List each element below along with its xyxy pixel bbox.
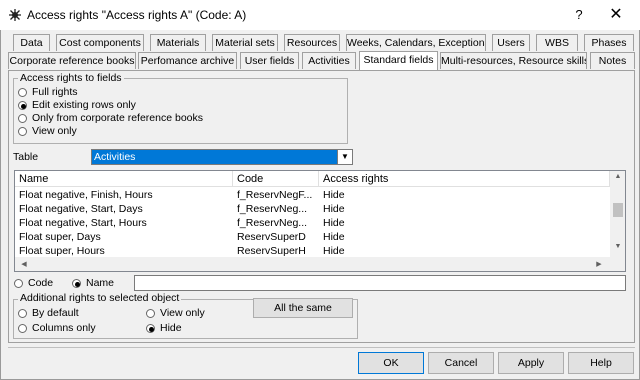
- tab-cost-components[interactable]: Cost components: [56, 34, 144, 51]
- tab-phases[interactable]: Phases: [584, 34, 634, 51]
- radio-search-code[interactable]: [14, 279, 23, 288]
- table-row-name[interactable]: Float negative, Start, Hours: [19, 216, 231, 230]
- radio-label-edit-existing-rows[interactable]: Edit existing rows only: [32, 99, 136, 111]
- scroll-left-icon[interactable]: ◀: [18, 258, 30, 271]
- radio-hide[interactable]: [146, 324, 155, 333]
- radio-search-name[interactable]: [72, 279, 81, 288]
- radio-label-additional-view-only[interactable]: View only: [160, 307, 205, 319]
- window-title: Access rights "Access rights A" (Code: A…: [27, 8, 247, 22]
- tab-activities[interactable]: Activities: [302, 52, 356, 69]
- table-row-name[interactable]: Float super, Hours: [19, 244, 231, 258]
- table-label: Table: [13, 151, 39, 163]
- scroll-down-icon[interactable]: ▼: [610, 243, 625, 255]
- table-row-code[interactable]: f_ReservNeg...: [237, 202, 319, 216]
- col-header-code[interactable]: Code: [233, 171, 319, 187]
- radio-view-only[interactable]: [18, 127, 27, 136]
- table-row-code[interactable]: ReservSuperH: [237, 244, 319, 258]
- table-row-code[interactable]: ReservSuperD: [237, 230, 319, 244]
- additional-rights-caption: Additional rights to selected object: [18, 292, 182, 304]
- radio-by-default[interactable]: [18, 309, 27, 318]
- radio-label-by-default[interactable]: By default: [32, 307, 79, 319]
- access-rights-caption: Access rights to fields: [18, 72, 124, 84]
- table-select-value: Activities: [94, 151, 136, 163]
- help-button[interactable]: Help: [568, 352, 634, 374]
- tab-data[interactable]: Data: [13, 34, 50, 51]
- search-input[interactable]: [134, 275, 626, 291]
- table-row-access[interactable]: Hide: [323, 188, 423, 202]
- cancel-button[interactable]: Cancel: [428, 352, 494, 374]
- chevron-down-icon[interactable]: ▼: [337, 150, 352, 164]
- radio-label-search-code[interactable]: Code: [28, 277, 53, 289]
- tab-multi-resources[interactable]: Multi-resources, Resource skills: [440, 52, 587, 69]
- apply-button[interactable]: Apply: [498, 352, 564, 374]
- table-row-access[interactable]: Hide: [323, 202, 423, 216]
- help-title-button[interactable]: ?: [566, 2, 592, 28]
- radio-label-columns-only[interactable]: Columns only: [32, 322, 96, 334]
- table-row-name[interactable]: Float negative, Finish, Hours: [19, 188, 231, 202]
- tab-users[interactable]: Users: [492, 34, 530, 51]
- vertical-scroll-thumb[interactable]: [613, 203, 623, 217]
- radio-full-rights[interactable]: [18, 88, 27, 97]
- tab-materials[interactable]: Materials: [150, 34, 206, 51]
- ok-button[interactable]: OK: [358, 352, 424, 374]
- table-row-name[interactable]: Float super, Days: [19, 230, 231, 244]
- table-row-name[interactable]: Float negative, Start, Days: [19, 202, 231, 216]
- fields-grid[interactable]: Name Code Access rights Float negative, …: [14, 170, 626, 272]
- radio-columns-only[interactable]: [18, 324, 27, 333]
- table-row-access[interactable]: Hide: [323, 230, 423, 244]
- radio-corporate-reference-books[interactable]: [18, 114, 27, 123]
- tab-perfomance-archive[interactable]: Perfomance archive: [138, 52, 237, 69]
- scroll-up-icon[interactable]: ▲: [610, 173, 625, 185]
- radio-label-search-name[interactable]: Name: [86, 277, 114, 289]
- table-row-access[interactable]: Hide: [323, 216, 423, 230]
- tab-resources[interactable]: Resources: [284, 34, 340, 51]
- table-row-code[interactable]: f_ReservNeg...: [237, 216, 319, 230]
- col-header-access-rights[interactable]: Access rights: [319, 171, 610, 187]
- app-icon: [8, 8, 22, 22]
- radio-edit-existing-rows[interactable]: [18, 101, 27, 110]
- bottom-separator: [8, 347, 635, 348]
- radio-label-hide[interactable]: Hide: [160, 322, 182, 334]
- table-select[interactable]: Activities ▼: [91, 149, 353, 165]
- radio-label-full-rights[interactable]: Full rights: [32, 86, 78, 98]
- scroll-right-icon[interactable]: ▶: [593, 258, 605, 271]
- tab-user-fields[interactable]: User fields: [240, 52, 299, 69]
- tab-material-sets[interactable]: Material sets: [212, 34, 278, 51]
- tab-corporate-reference-books[interactable]: Corporate reference books: [8, 52, 136, 69]
- table-row-code[interactable]: f_ReservNegF...: [237, 188, 319, 202]
- col-header-name[interactable]: Name: [15, 171, 233, 187]
- vertical-scrollbar[interactable]: ▲ ▼: [610, 171, 625, 271]
- tab-standard-fields[interactable]: Standard fields: [359, 51, 438, 70]
- tab-notes[interactable]: Notes: [590, 52, 635, 69]
- close-icon[interactable]: ✕: [598, 2, 634, 28]
- radio-additional-view-only[interactable]: [146, 309, 155, 318]
- radio-label-view-only[interactable]: View only: [32, 125, 77, 137]
- all-the-same-button[interactable]: All the same: [253, 298, 353, 318]
- horizontal-scrollbar[interactable]: ◀ ▶: [15, 257, 610, 271]
- tab-wbs[interactable]: WBS: [536, 34, 578, 51]
- tab-weeks-calendars[interactable]: Weeks, Calendars, Exceptions: [346, 34, 486, 51]
- radio-label-corporate-reference-books[interactable]: Only from corporate reference books: [32, 112, 203, 124]
- table-row-access[interactable]: Hide: [323, 244, 423, 258]
